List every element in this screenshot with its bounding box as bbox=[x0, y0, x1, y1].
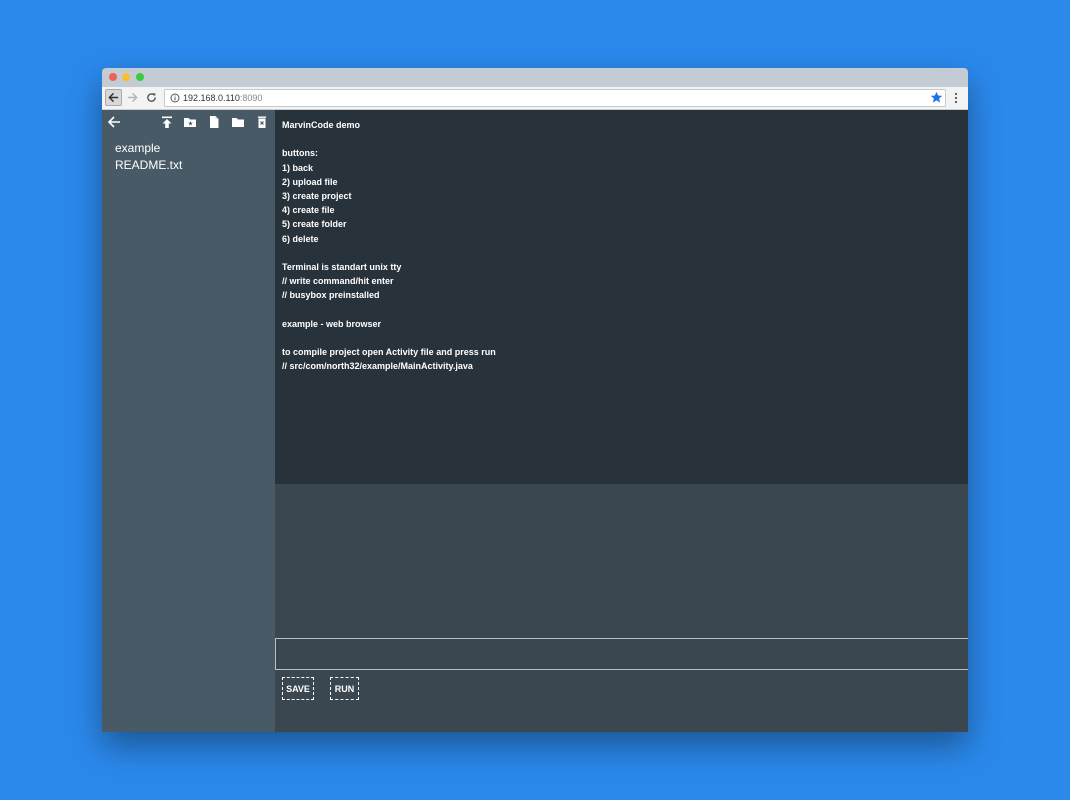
info-icon[interactable] bbox=[170, 93, 180, 103]
editor-line: to compile project open Activity file an… bbox=[282, 347, 496, 357]
star-icon[interactable] bbox=[930, 91, 943, 104]
browser-forward-button[interactable] bbox=[124, 89, 141, 106]
browser-window: 192.168.0.110:8090 example README.txt Ma… bbox=[102, 68, 968, 732]
menu-dots-icon[interactable] bbox=[952, 91, 960, 105]
create-file-icon[interactable] bbox=[207, 115, 221, 129]
browser-toolbar: 192.168.0.110:8090 bbox=[102, 87, 968, 110]
back-arrow-icon[interactable] bbox=[107, 115, 121, 129]
editor-line: 1) back bbox=[282, 162, 314, 173]
browser-reload-button[interactable] bbox=[143, 89, 160, 106]
editor-line: 5) create folder bbox=[282, 219, 347, 230]
file-sidebar: example README.txt bbox=[102, 110, 275, 732]
code-editor[interactable]: MarvinCode demo buttons: 1) back 2) uplo… bbox=[275, 110, 968, 484]
editor-line: buttons: bbox=[282, 148, 318, 159]
close-window-button[interactable] bbox=[109, 73, 117, 81]
create-folder-icon[interactable] bbox=[231, 115, 245, 129]
url-host: 192.168.0.110 bbox=[183, 93, 240, 103]
create-project-icon[interactable] bbox=[183, 115, 197, 129]
editor-line: 2) upload file bbox=[282, 176, 338, 187]
editor-line: 6) delete bbox=[282, 233, 319, 244]
editor-line: example - web browser bbox=[282, 318, 382, 329]
run-button[interactable]: RUN bbox=[330, 677, 359, 700]
file-item-readme[interactable]: README.txt bbox=[115, 157, 182, 174]
save-button[interactable]: SAVE bbox=[282, 677, 314, 700]
file-item-example[interactable]: example bbox=[115, 140, 182, 157]
editor-line: 3) create project bbox=[282, 190, 352, 201]
maximize-window-button[interactable] bbox=[136, 73, 144, 81]
reload-icon bbox=[147, 93, 156, 102]
editor-line: Terminal is standart unix tty bbox=[282, 261, 402, 272]
address-url: 192.168.0.110:8090 bbox=[183, 90, 262, 106]
terminal-output[interactable] bbox=[275, 484, 968, 638]
browser-back-button[interactable] bbox=[105, 89, 122, 106]
editor-line: MarvinCode demo bbox=[282, 120, 361, 130]
editor-line: // src/com/north32/example/MainActivity.… bbox=[282, 361, 473, 372]
back-arrow-icon bbox=[108, 92, 119, 103]
minimize-window-button[interactable] bbox=[122, 73, 130, 81]
file-list: example README.txt bbox=[115, 140, 182, 174]
editor-line: 4) create file bbox=[282, 205, 335, 216]
forward-arrow-icon bbox=[127, 92, 138, 103]
editor-line: // busybox preinstalled bbox=[282, 290, 380, 301]
editor-line: // write command/hit enter bbox=[282, 276, 394, 287]
address-bar[interactable]: 192.168.0.110:8090 bbox=[164, 89, 946, 107]
delete-icon[interactable] bbox=[255, 115, 269, 129]
window-titlebar bbox=[102, 68, 968, 87]
url-port: :8090 bbox=[239, 93, 263, 103]
upload-icon[interactable] bbox=[160, 115, 174, 129]
terminal-input[interactable] bbox=[275, 638, 968, 670]
